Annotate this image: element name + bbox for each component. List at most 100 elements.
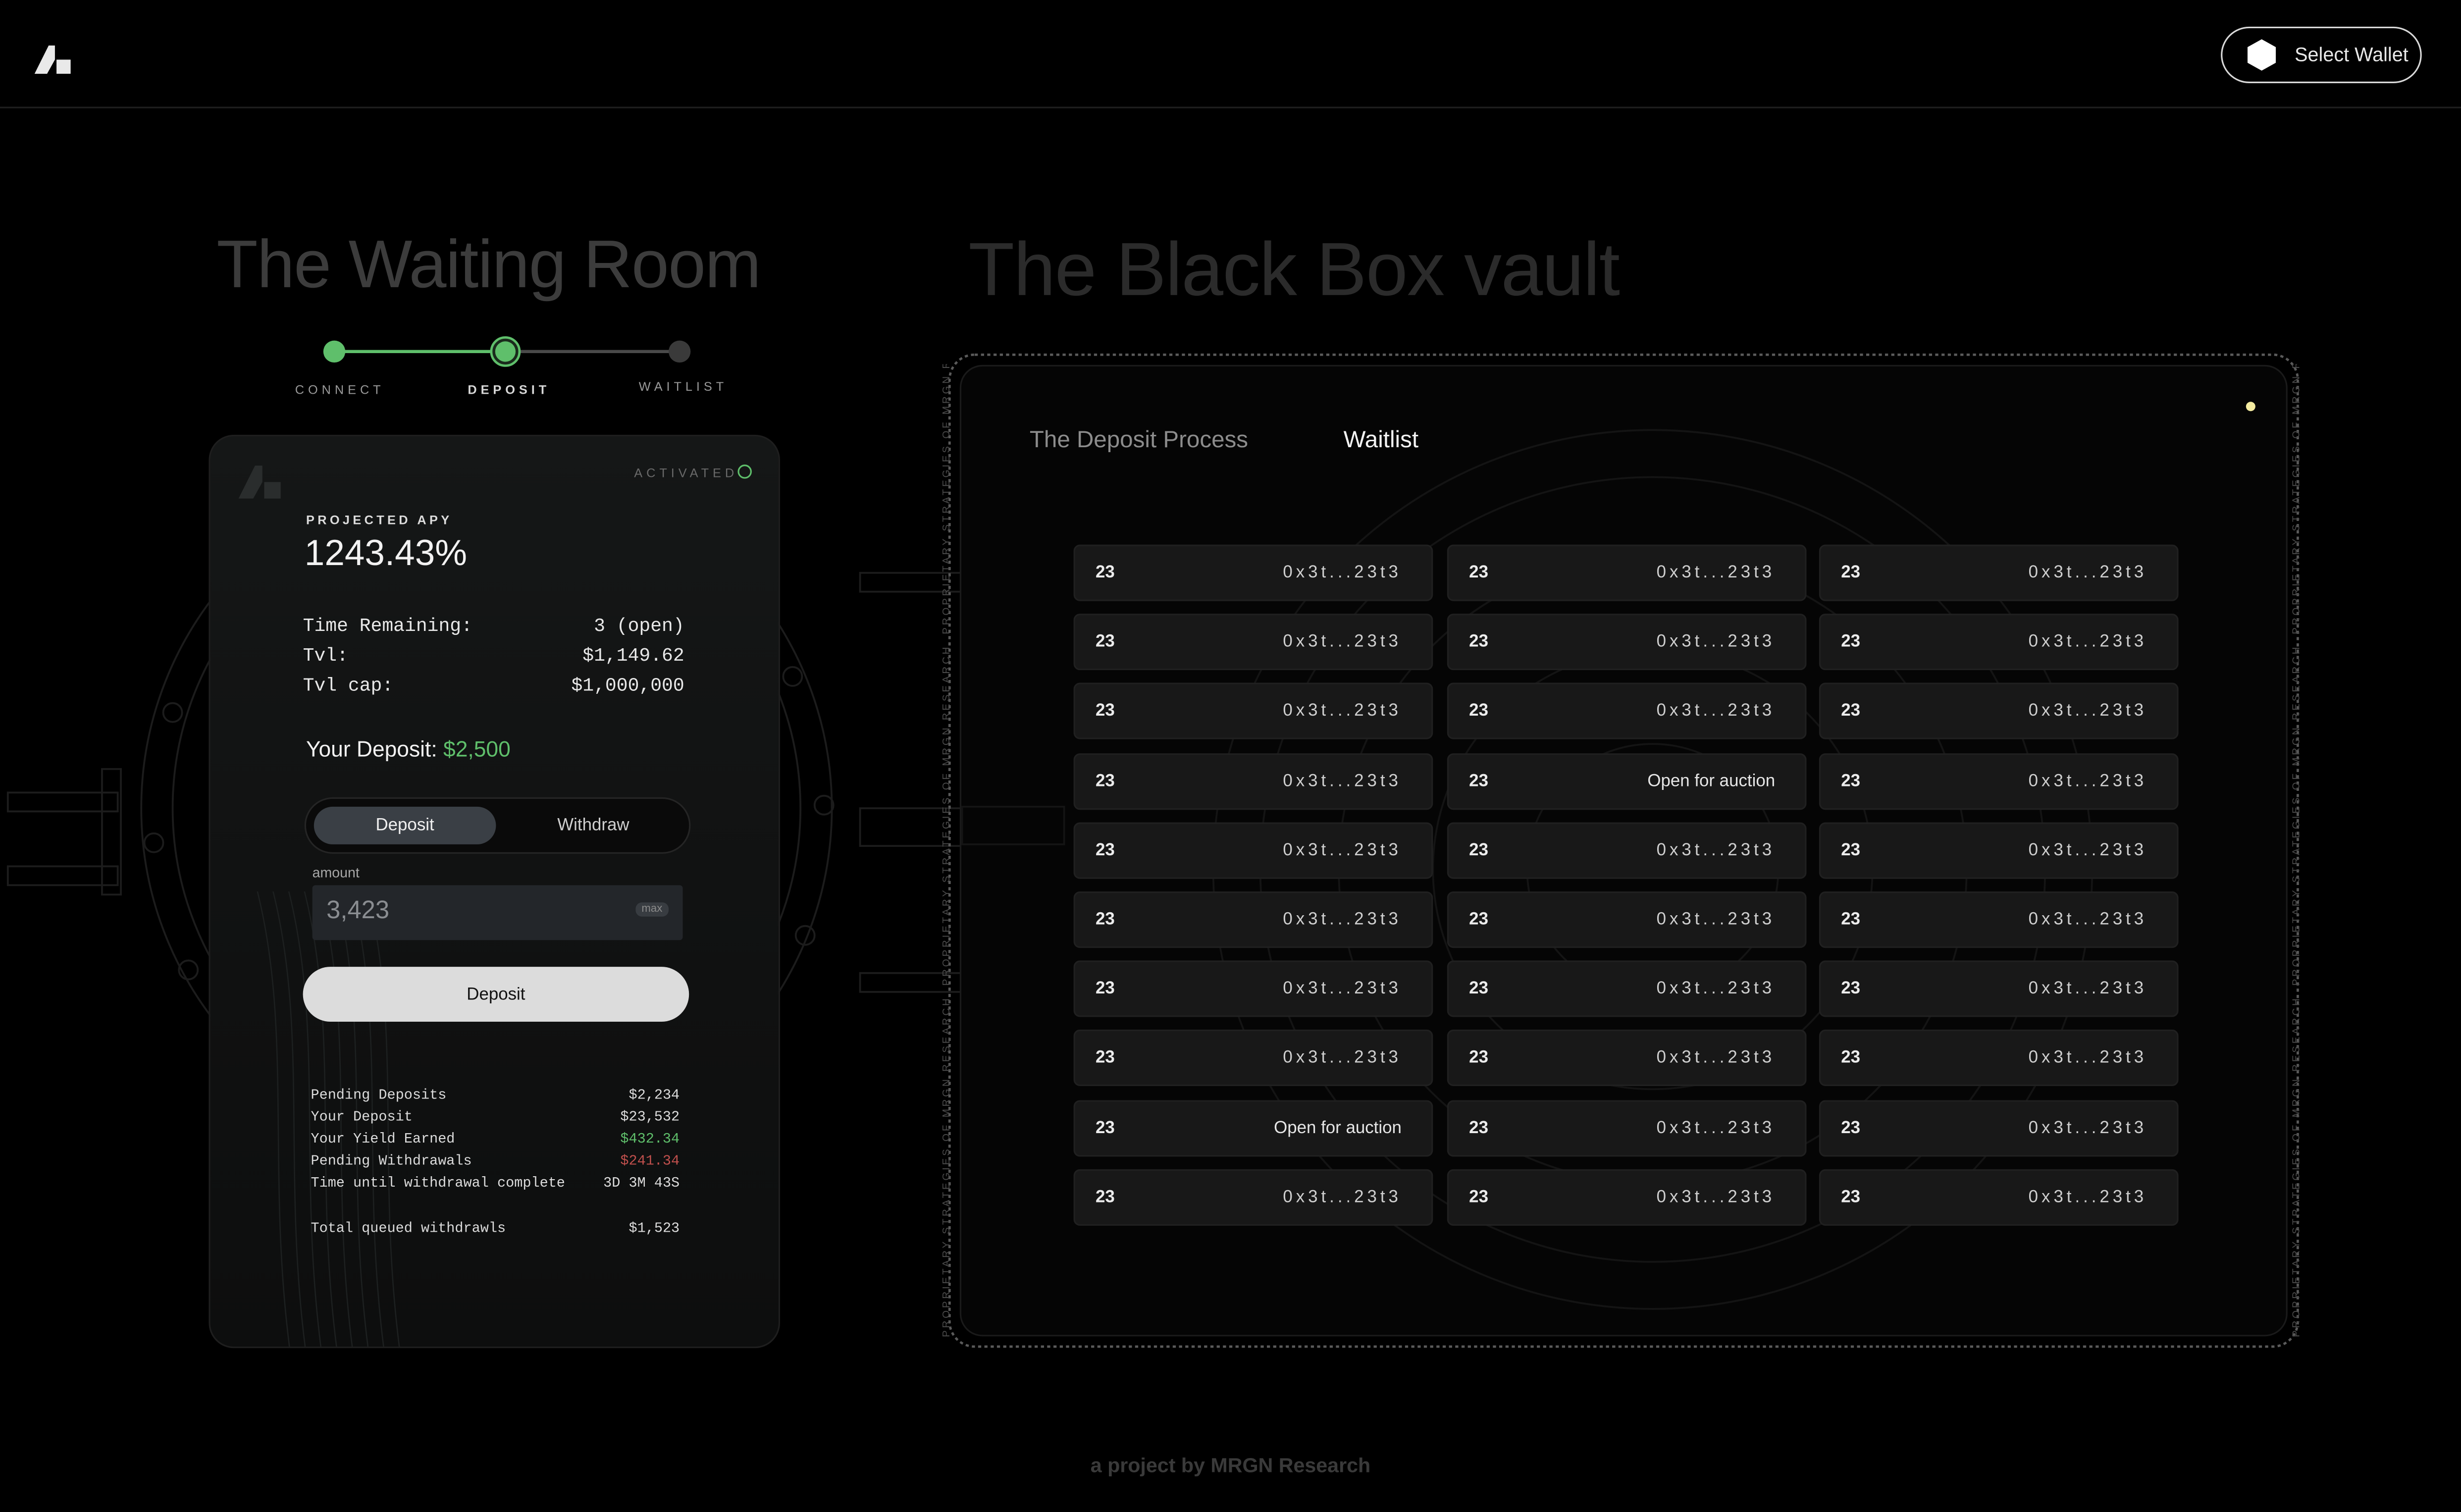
waitlist-slot[interactable]: 23 0x3t...23t3 — [1819, 752, 2179, 809]
waitlist-slot-number: 23 — [1469, 771, 1489, 790]
waitlist-slot[interactable]: 23 0x3t...23t3 — [1819, 683, 2179, 740]
stat-row: Your Yield Earned $432.34 — [311, 1132, 680, 1147]
stat-value: $23,532 — [620, 1109, 680, 1126]
waiting-room-card: ACTIVATED PROJECTED APY 1243.43% Time Re… — [209, 434, 780, 1349]
tab-withdraw[interactable]: Withdraw — [502, 807, 684, 844]
waitlist-slot[interactable]: 23 0x3t...23t3 — [1447, 683, 1807, 740]
waitlist-slot[interactable]: 23 0x3t...23t3 — [1447, 1169, 1807, 1226]
tab-waitlist[interactable]: Waitlist — [1344, 427, 1418, 454]
waitlist-slot[interactable]: 23 0x3t...23t3 — [1447, 822, 1807, 879]
waitlist-slot-number: 23 — [1469, 840, 1489, 860]
waitlist-slot-number: 23 — [1841, 702, 1861, 721]
waitlist-slot-address: 0x3t...23t3 — [1656, 1049, 1776, 1068]
amount-input[interactable]: 3,423 max — [312, 885, 683, 940]
waitlist-slot-address: 0x3t...23t3 — [2028, 632, 2147, 652]
step-waitlist-dot — [668, 340, 691, 363]
waitlist-slot-address: 0x3t...23t3 — [2028, 910, 2147, 930]
projected-apy-label: PROJECTED APY — [306, 513, 453, 527]
waitlist-slot-number: 23 — [1841, 840, 1861, 860]
waitlist-slot-address: 0x3t...23t3 — [1283, 1188, 1402, 1207]
black-box-vault-title: The Black Box vault — [968, 229, 1620, 313]
waitlist-slot[interactable]: 23 0x3t...23t3 — [1073, 961, 1433, 1018]
waitlist-slot[interactable]: 23 0x3t...23t3 — [1073, 891, 1433, 948]
waitlist-slot[interactable]: 23 0x3t...23t3 — [1073, 1030, 1433, 1087]
vault-border-text-right: PROPRIETARY STRATEGIES OF MRGN RESEARCH … — [2291, 364, 2303, 1337]
waitlist-slot[interactable]: 23 0x3t...23t3 — [1819, 961, 2179, 1018]
stat-value: $1,523 — [628, 1221, 680, 1237]
amount-input-value: 3,423 — [326, 897, 390, 925]
waitlist-slot-number: 23 — [1095, 840, 1115, 860]
waitlist-slot[interactable]: 23 0x3t...23t3 — [1073, 822, 1433, 879]
waitlist-slot-address: 0x3t...23t3 — [1283, 980, 1402, 999]
waitlist-slot-address: 0x3t...23t3 — [1283, 771, 1402, 790]
card-logo-icon — [238, 466, 281, 499]
waitlist-slot-address: 0x3t...23t3 — [1656, 1118, 1776, 1138]
waitlist-slot-auction: Open for auction — [1647, 771, 1776, 790]
stat-row: Pending Deposits $2,234 — [311, 1088, 680, 1103]
footer-credit: a project by MRGN Research — [1090, 1453, 1371, 1477]
waitlist-slot-number: 23 — [1469, 1118, 1489, 1138]
waitlist-slot-address: 0x3t...23t3 — [1656, 840, 1776, 860]
waitlist-slot-address: 0x3t...23t3 — [2028, 1188, 2147, 1207]
tab-deposit-process[interactable]: The Deposit Process — [1030, 427, 1248, 454]
waitlist-slot[interactable]: 23 0x3t...23t3 — [1073, 683, 1433, 740]
waitlist-slot[interactable]: 23 0x3t...23t3 — [1819, 891, 2179, 948]
stat-row: Pending Withdrawals $241.34 — [311, 1153, 680, 1169]
waitlist-slot[interactable]: 23 Open for auction — [1073, 1099, 1433, 1156]
waitlist-slot[interactable]: 23 0x3t...23t3 — [1447, 961, 1807, 1018]
waitlist-slot-number: 23 — [1841, 1188, 1861, 1207]
step-label-waitlist[interactable]: WAITLIST — [639, 380, 728, 394]
waitlist-slot-address: 0x3t...23t3 — [2028, 840, 2147, 860]
info-value: $1,149.62 — [582, 645, 684, 667]
stat-label: Time until withdrawal complete — [311, 1175, 565, 1192]
info-row-time-remaining: Time Remaining: 3 (open) — [303, 615, 684, 637]
waitlist-slot-address: 0x3t...23t3 — [1283, 910, 1402, 930]
waitlist-slot-number: 23 — [1095, 1188, 1115, 1207]
info-label: Time Remaining: — [303, 615, 472, 637]
waitlist-slot[interactable]: 23 0x3t...23t3 — [1447, 1030, 1807, 1087]
wallet-hexagon-icon — [2248, 39, 2276, 71]
waitlist-slot-address: 0x3t...23t3 — [1283, 840, 1402, 860]
max-button[interactable]: max — [635, 902, 669, 917]
step-connect-dot — [323, 340, 346, 363]
waitlist-slot[interactable]: 23 0x3t...23t3 — [1073, 614, 1433, 671]
select-wallet-button[interactable]: Select Wallet — [2221, 26, 2422, 83]
waitlist-slot[interactable]: 23 0x3t...23t3 — [1819, 544, 2179, 601]
stat-value: $241.34 — [620, 1153, 680, 1169]
info-row-tvl-cap: Tvl cap: $1,000,000 — [303, 675, 684, 697]
waitlist-slot[interactable]: 23 0x3t...23t3 — [1819, 1099, 2179, 1156]
waitlist-slot-number: 23 — [1095, 702, 1115, 721]
waitlist-slot[interactable]: 23 0x3t...23t3 — [1073, 752, 1433, 809]
waitlist-slot[interactable]: 23 0x3t...23t3 — [1819, 822, 2179, 879]
waitlist-slot[interactable]: 23 0x3t...23t3 — [1819, 614, 2179, 671]
status-dot-icon — [2246, 402, 2255, 412]
waitlist-slot[interactable]: 23 0x3t...23t3 — [1819, 1169, 2179, 1226]
waitlist-slot-address: 0x3t...23t3 — [1283, 632, 1402, 652]
waitlist-slot[interactable]: 23 0x3t...23t3 — [1447, 614, 1807, 671]
tab-deposit[interactable]: Deposit — [314, 806, 496, 844]
deposit-button[interactable]: Deposit — [303, 967, 689, 1022]
step-label-connect[interactable]: CONNECT — [295, 383, 385, 397]
waitlist-slot-number: 23 — [1095, 632, 1115, 652]
activated-indicator-icon — [737, 465, 752, 479]
waitlist-slot[interactable]: 23 0x3t...23t3 — [1447, 544, 1807, 601]
waitlist-slot-number: 23 — [1841, 980, 1861, 999]
step-deposit-dot — [495, 341, 516, 362]
waitlist-slot[interactable]: 23 0x3t...23t3 — [1447, 891, 1807, 948]
waitlist-slot[interactable]: 23 Open for auction — [1447, 752, 1807, 809]
waitlist-slot[interactable]: 23 0x3t...23t3 — [1447, 1099, 1807, 1156]
amount-label: amount — [312, 865, 360, 881]
waitlist-slot-address: 0x3t...23t3 — [1656, 1188, 1776, 1207]
waitlist-slot[interactable]: 23 0x3t...23t3 — [1073, 544, 1433, 601]
info-label: Tvl: — [303, 645, 348, 667]
step-label-deposit[interactable]: DEPOSIT — [468, 383, 550, 397]
info-row-tvl: Tvl: $1,149.62 — [303, 645, 684, 667]
stat-value: 3D 3M 43S — [603, 1175, 680, 1192]
stat-label: Pending Withdrawals — [311, 1153, 472, 1169]
waitlist-slot-auction: Open for auction — [1274, 1118, 1402, 1138]
waitlist-slot[interactable]: 23 0x3t...23t3 — [1819, 1030, 2179, 1087]
waitlist-slot-address: 0x3t...23t3 — [1283, 563, 1402, 582]
waitlist-slot[interactable]: 23 0x3t...23t3 — [1073, 1169, 1433, 1226]
stat-label: Pending Deposits — [311, 1088, 447, 1103]
stat-row: Total queued withdrawls $1,523 — [311, 1221, 680, 1237]
